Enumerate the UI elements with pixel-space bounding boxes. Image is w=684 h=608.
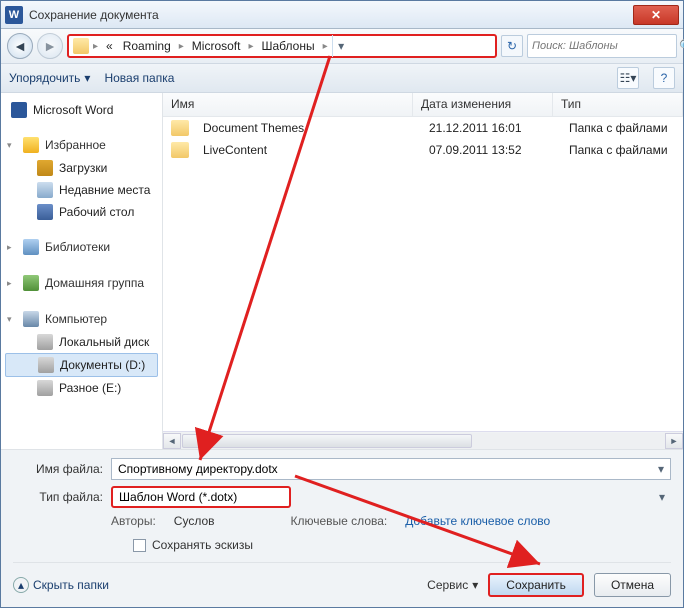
nav-documents-d[interactable]: Документы (D:) bbox=[5, 353, 158, 377]
search-input[interactable] bbox=[532, 40, 675, 52]
new-folder-button[interactable]: Новая папка bbox=[104, 71, 174, 85]
chevron-right-icon: ▸ bbox=[91, 41, 100, 52]
keywords-add[interactable]: Добавьте ключевое слово bbox=[405, 514, 550, 528]
chevron-right-icon: ▸ bbox=[7, 242, 12, 253]
breadcrumb-prefix: « bbox=[102, 39, 117, 53]
col-date[interactable]: Дата изменения bbox=[413, 93, 553, 116]
file-date: 07.09.2011 13:52 bbox=[421, 143, 561, 157]
scroll-thumb[interactable] bbox=[182, 434, 472, 448]
file-row[interactable]: LiveContent 07.09.2011 13:52 Папка с фай… bbox=[163, 139, 683, 161]
disk-icon bbox=[37, 334, 53, 350]
column-headers: Имя Дата изменения Тип bbox=[163, 93, 683, 117]
nav-misc-e[interactable]: Разное (E:) bbox=[1, 377, 162, 399]
chevron-right-icon: ▸ bbox=[321, 41, 330, 52]
filetype-label: Тип файла: bbox=[13, 490, 103, 504]
file-type: Папка с файлами bbox=[561, 143, 683, 157]
chevron-right-icon: ▸ bbox=[177, 41, 186, 52]
breadcrumb[interactable]: ▸ « Roaming ▸ Microsoft ▸ Шаблоны ▸ ▾ bbox=[67, 34, 497, 58]
save-dialog: W Сохранение документа ✕ ◄ ► ▸ « Roaming… bbox=[0, 0, 684, 608]
titlebar: W Сохранение документа ✕ bbox=[1, 1, 683, 29]
nav-tree: Microsoft Word ▾Избранное Загрузки Недав… bbox=[1, 93, 163, 449]
forward-button[interactable]: ► bbox=[37, 33, 63, 59]
chevron-down-icon: ▾ bbox=[472, 578, 478, 592]
chevron-down-icon: ▾ bbox=[7, 140, 12, 151]
save-button[interactable]: Сохранить bbox=[488, 573, 584, 597]
organize-button[interactable]: Упорядочить ▾ bbox=[9, 71, 90, 85]
folder-icon bbox=[171, 120, 189, 136]
word-app-icon: W bbox=[5, 6, 23, 24]
keywords-label: Ключевые слова: bbox=[291, 514, 388, 528]
file-pane: Имя Дата изменения Тип Document Themes 2… bbox=[163, 93, 683, 449]
nav-desktop[interactable]: Рабочий стол bbox=[1, 201, 162, 223]
nav-recent[interactable]: Недавние места bbox=[1, 179, 162, 201]
metadata-row: Авторы: Суслов Ключевые слова: Добавьте … bbox=[111, 514, 671, 528]
chevron-right-icon: ▸ bbox=[246, 41, 255, 52]
star-icon bbox=[23, 137, 39, 153]
filetype-select[interactable]: Шаблон Word (*.dotx) bbox=[111, 486, 291, 508]
actions-row: ▴Скрыть папки Сервис▾ Сохранить Отмена bbox=[13, 562, 671, 597]
breadcrumb-seg[interactable]: Roaming bbox=[119, 39, 175, 53]
cancel-button[interactable]: Отмена bbox=[594, 573, 671, 597]
thumbnail-label: Сохранять эскизы bbox=[152, 538, 253, 552]
nav-homegroup[interactable]: ▸Домашняя группа bbox=[1, 271, 162, 295]
nav-local-disk[interactable]: Локальный диск bbox=[1, 331, 162, 353]
hide-folders-button[interactable]: ▴Скрыть папки bbox=[13, 577, 109, 593]
help-button[interactable]: ? bbox=[653, 67, 675, 89]
breadcrumb-seg[interactable]: Шаблоны bbox=[258, 39, 319, 53]
toolbar: Упорядочить ▾ Новая папка ☷▾ ? bbox=[1, 63, 683, 93]
download-icon bbox=[37, 160, 53, 176]
nav-downloads[interactable]: Загрузки bbox=[1, 157, 162, 179]
breadcrumb-dropdown[interactable]: ▾ bbox=[332, 35, 350, 57]
window-title: Сохранение документа bbox=[29, 8, 633, 22]
breadcrumb-seg[interactable]: Microsoft bbox=[188, 39, 245, 53]
scroll-left-icon[interactable]: ◄ bbox=[163, 433, 181, 449]
horizontal-scrollbar[interactable]: ◄ ► bbox=[163, 431, 683, 449]
library-icon bbox=[23, 239, 39, 255]
word-icon bbox=[11, 102, 27, 118]
nav-favorites[interactable]: ▾Избранное bbox=[1, 133, 162, 157]
chevron-up-icon: ▴ bbox=[13, 577, 29, 593]
disk-icon bbox=[38, 357, 54, 373]
checkbox-icon[interactable] bbox=[133, 539, 146, 552]
chevron-down-icon[interactable]: ▾ bbox=[659, 490, 665, 504]
form-area: Имя файла: Спортивному директору.dotx▾ Т… bbox=[1, 449, 683, 607]
file-list: Document Themes 21.12.2011 16:01 Папка с… bbox=[163, 117, 683, 431]
chevron-right-icon: ▸ bbox=[7, 278, 12, 289]
tools-button[interactable]: Сервис▾ bbox=[427, 578, 478, 592]
refresh-button[interactable]: ↻ bbox=[501, 35, 523, 57]
col-name[interactable]: Имя bbox=[163, 93, 413, 116]
col-type[interactable]: Тип bbox=[553, 93, 683, 116]
scroll-right-icon[interactable]: ► bbox=[665, 433, 683, 449]
folder-icon bbox=[73, 38, 89, 54]
nav-row: ◄ ► ▸ « Roaming ▸ Microsoft ▸ Шаблоны ▸ … bbox=[1, 29, 683, 63]
search-box[interactable]: 🔍 bbox=[527, 34, 677, 58]
thumbnail-checkbox-row[interactable]: Сохранять эскизы bbox=[133, 538, 671, 552]
file-date: 21.12.2011 16:01 bbox=[421, 121, 561, 135]
search-icon: 🔍 bbox=[679, 39, 684, 53]
filename-label: Имя файла: bbox=[13, 462, 103, 476]
view-mode-button[interactable]: ☷▾ bbox=[617, 67, 639, 89]
body: Microsoft Word ▾Избранное Загрузки Недав… bbox=[1, 93, 683, 449]
nav-word[interactable]: Microsoft Word bbox=[1, 99, 162, 121]
folder-icon bbox=[171, 142, 189, 158]
chevron-down-icon[interactable]: ▾ bbox=[658, 462, 664, 476]
computer-icon bbox=[23, 311, 39, 327]
filename-input[interactable]: Спортивному директору.dotx▾ bbox=[111, 458, 671, 480]
file-name: LiveContent bbox=[195, 143, 421, 157]
nav-computer[interactable]: ▾Компьютер bbox=[1, 307, 162, 331]
file-name: Document Themes bbox=[195, 121, 421, 135]
authors-label: Авторы: bbox=[111, 514, 156, 528]
desktop-icon bbox=[37, 204, 53, 220]
recent-icon bbox=[37, 182, 53, 198]
chevron-down-icon: ▾ bbox=[84, 71, 90, 85]
disk-icon bbox=[37, 380, 53, 396]
back-button[interactable]: ◄ bbox=[7, 33, 33, 59]
close-button[interactable]: ✕ bbox=[633, 5, 679, 25]
authors-value[interactable]: Суслов bbox=[174, 514, 215, 528]
file-type: Папка с файлами bbox=[561, 121, 683, 135]
chevron-down-icon: ▾ bbox=[7, 314, 12, 325]
file-row[interactable]: Document Themes 21.12.2011 16:01 Папка с… bbox=[163, 117, 683, 139]
homegroup-icon bbox=[23, 275, 39, 291]
nav-libraries[interactable]: ▸Библиотеки bbox=[1, 235, 162, 259]
